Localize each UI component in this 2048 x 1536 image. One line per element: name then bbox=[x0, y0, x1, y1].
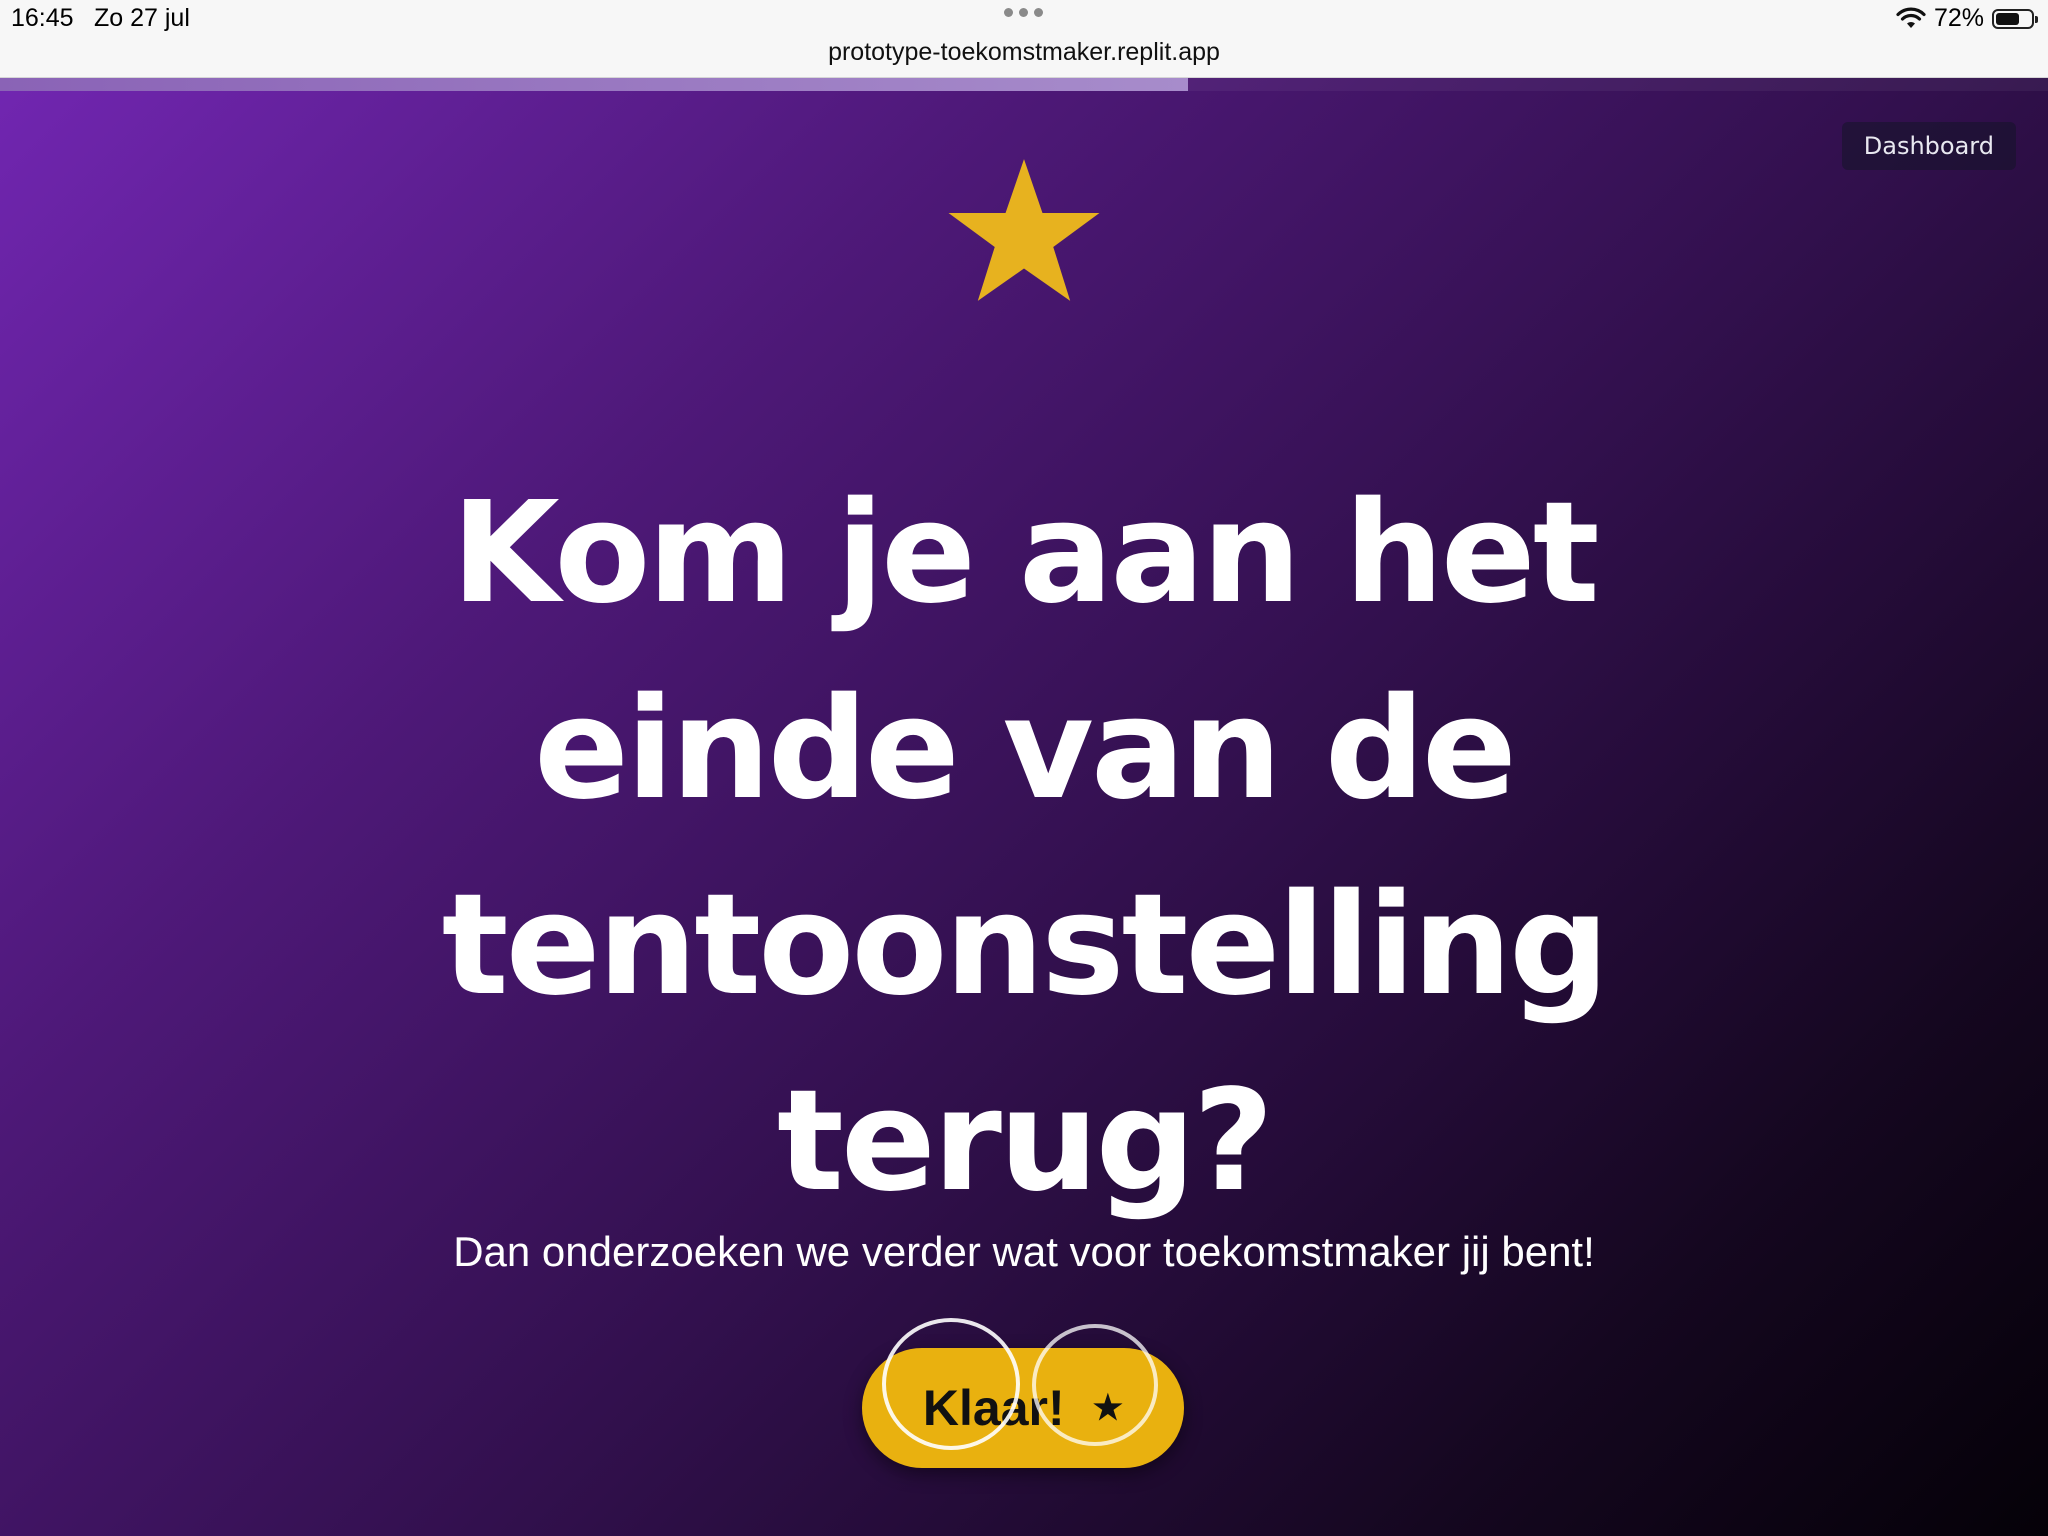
progress-fill bbox=[0, 78, 1188, 91]
dashboard-button[interactable]: Dashboard bbox=[1841, 122, 2016, 170]
address-bar-url[interactable]: prototype-toekomstmaker.replit.app bbox=[0, 38, 2048, 67]
klaar-button-label: Klaar! bbox=[922, 1380, 1065, 1436]
klaar-button[interactable]: Klaar! ★ bbox=[862, 1348, 1184, 1468]
battery-level bbox=[1996, 12, 2020, 25]
battery-icon bbox=[1992, 8, 2038, 29]
more-dots-icon[interactable] bbox=[1004, 8, 1043, 17]
page-title: Kom je aan het einde van de tentoonstell… bbox=[441, 472, 1610, 1223]
wifi-icon bbox=[1896, 7, 1926, 28]
progress-bar bbox=[0, 78, 2048, 91]
star-icon bbox=[948, 159, 1100, 301]
status-icons: 72% bbox=[1896, 4, 2038, 33]
browser-status-bar: 16:45 Zo 27 jul prototype-toekomstmaker.… bbox=[0, 0, 2048, 78]
small-star-icon: ★ bbox=[1092, 1389, 1124, 1427]
battery-percentage: 72% bbox=[1933, 4, 1984, 32]
page-subtitle: Dan onderzoeken we verder wat voor toeko… bbox=[453, 1228, 1595, 1275]
clock-date: Zo 27 jul bbox=[94, 4, 190, 32]
clock-time: 16:45 bbox=[11, 4, 74, 32]
quiz-screen: Dashboard Kom je aan het einde van de te… bbox=[0, 78, 2048, 1536]
